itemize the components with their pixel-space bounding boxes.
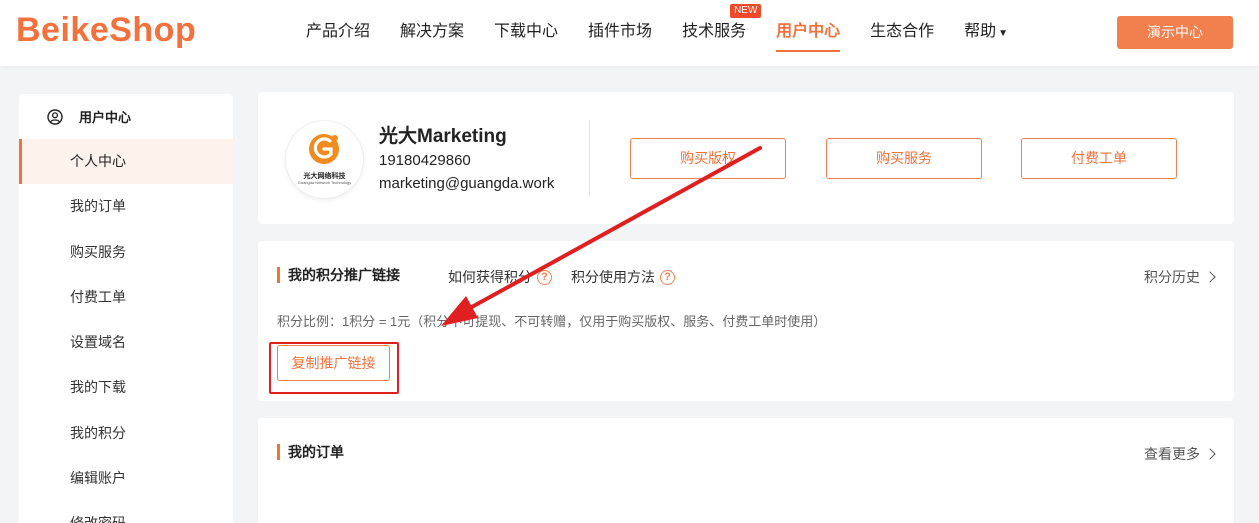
brand-logo[interactable]: BeikeShop — [16, 11, 196, 50]
orders-card: 我的订单 查看更多 — [258, 418, 1234, 523]
company-logo-icon — [309, 134, 339, 164]
avatar: 光大网络科技 Guangda Network Technology — [286, 121, 363, 198]
nav-item-tech-services[interactable]: 技术服务 NEW — [682, 0, 762, 66]
points-card: 我的积分推广链接 如何获得积分? 积分使用方法? 积分历史 积分比例：1积分 =… — [258, 241, 1234, 401]
sidebar-item-edit-account[interactable]: 编辑账户 — [19, 456, 233, 501]
nav-item-downloads[interactable]: 下载中心 — [494, 0, 558, 66]
profile-email: marketing@guangda.work — [379, 175, 555, 192]
nav-label: 产品介绍 — [306, 23, 371, 40]
nav-label: 帮助 — [964, 23, 997, 40]
points-ratio-text: 积分比例：1积分 = 1元（积分不可提现、不可转赠，仅用于购买版权、服务、付费工… — [277, 314, 827, 329]
orders-section-title: 我的订单 — [277, 444, 344, 460]
caret-down-icon: ▼ — [998, 28, 1009, 39]
sidebar-item-personal-center[interactable]: 个人中心 — [19, 139, 233, 185]
question-icon: ? — [660, 269, 675, 285]
points-history-link[interactable]: 积分历史 — [1144, 267, 1216, 287]
profile-name: 光大Marketing — [379, 126, 507, 147]
sidebar-item-my-downloads[interactable]: 我的下载 — [19, 365, 233, 410]
chevron-right-icon — [1204, 271, 1216, 283]
how-to-earn-points-link[interactable]: 如何获得积分? — [448, 267, 552, 287]
new-badge: NEW — [730, 4, 762, 18]
profile-phone: 19180429860 — [379, 152, 471, 169]
points-section-title: 我的积分推广链接 — [277, 267, 400, 283]
chevron-right-icon — [1204, 448, 1216, 460]
nav-label: 解决方案 — [400, 23, 465, 40]
avatar-company-subtitle: Guangda Network Technology — [297, 180, 352, 185]
nav-label: 下载中心 — [494, 23, 559, 40]
profile-card: 光大网络科技 Guangda Network Technology 光大Mark… — [258, 92, 1234, 224]
sidebar-item-buy-service[interactable]: 购买服务 — [19, 230, 233, 275]
help-label: 如何获得积分 — [448, 269, 532, 285]
nav-label: 用户中心 — [776, 23, 841, 40]
main-nav: 产品介绍 解决方案 下载中心 插件市场 技术服务 NEW 用户中心 生态合作 帮… — [306, 0, 1038, 66]
question-icon: ? — [537, 269, 552, 285]
nav-label: 插件市场 — [588, 23, 653, 40]
nav-item-ecosystem[interactable]: 生态合作 — [870, 0, 934, 66]
buy-copyright-button[interactable]: 购买版权 — [630, 138, 786, 179]
sidebar-item-set-domain[interactable]: 设置域名 — [19, 320, 233, 365]
top-header: BeikeShop 产品介绍 解决方案 下载中心 插件市场 技术服务 NEW 用… — [0, 0, 1259, 66]
nav-item-plugins[interactable]: 插件市场 — [588, 0, 652, 66]
buy-service-button[interactable]: 购买服务 — [826, 138, 982, 179]
view-more-orders-link[interactable]: 查看更多 — [1144, 444, 1216, 464]
help-label: 积分使用方法 — [571, 269, 655, 285]
sidebar-item-paid-tickets[interactable]: 付费工单 — [19, 275, 233, 320]
history-label: 积分历史 — [1144, 269, 1200, 285]
nav-item-solutions[interactable]: 解决方案 — [400, 0, 464, 66]
how-to-use-points-link[interactable]: 积分使用方法? — [571, 267, 675, 287]
sidebar: 用户中心 个人中心 我的订单 购买服务 付费工单 设置域名 我的下载 我的积分 … — [19, 94, 233, 523]
nav-item-products[interactable]: 产品介绍 — [306, 0, 370, 66]
more-label: 查看更多 — [1144, 446, 1200, 462]
sidebar-title: 用户中心 — [79, 110, 132, 125]
sidebar-header: 用户中心 — [19, 94, 233, 139]
demo-center-button[interactable]: 演示中心 — [1117, 16, 1233, 49]
nav-label: 技术服务 — [682, 23, 747, 40]
annotation-highlight-box — [269, 342, 399, 394]
user-icon — [47, 108, 63, 125]
sidebar-item-my-points[interactable]: 我的积分 — [19, 411, 233, 456]
paid-ticket-button[interactable]: 付费工单 — [1021, 138, 1177, 179]
divider — [589, 120, 590, 196]
nav-item-help[interactable]: 帮助 ▼ — [964, 0, 1008, 66]
nav-item-user-center[interactable]: 用户中心 — [776, 0, 841, 66]
sidebar-item-my-orders[interactable]: 我的订单 — [19, 184, 233, 229]
nav-label: 生态合作 — [870, 23, 935, 40]
sidebar-item-change-password[interactable]: 修改密码 — [19, 501, 233, 523]
